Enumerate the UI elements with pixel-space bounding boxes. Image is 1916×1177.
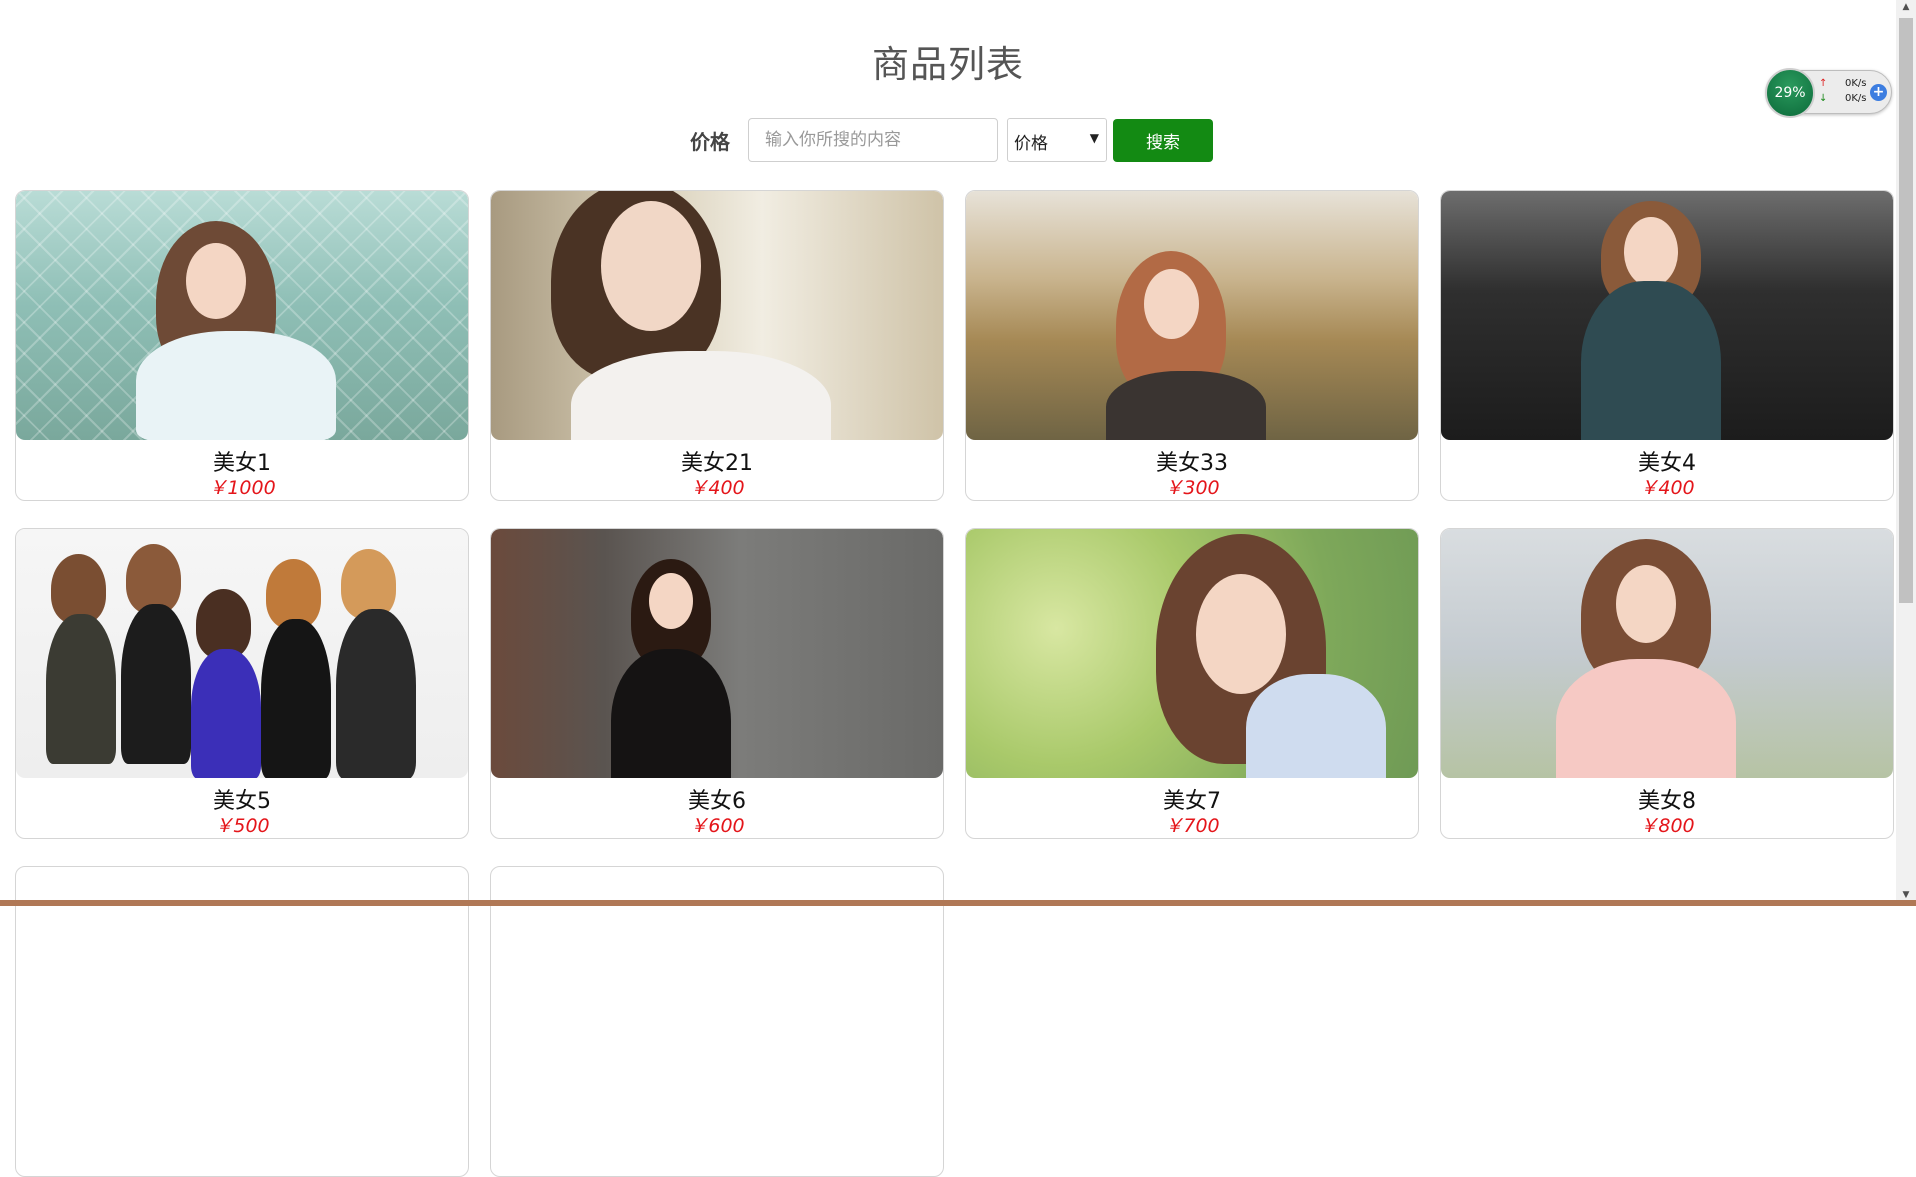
product-image[interactable]: [966, 529, 1418, 778]
product-card[interactable]: 美女33 ￥300: [965, 190, 1419, 501]
price-select-value: 价格: [1014, 134, 1048, 154]
plus-icon[interactable]: +: [1870, 84, 1887, 101]
product-price: ￥700: [1164, 815, 1220, 837]
product-card[interactable]: 美女8 ￥800: [1440, 528, 1894, 839]
taskbar: [0, 900, 1916, 906]
arrow-down-icon: ↓: [1819, 93, 1828, 104]
scrollbar-thumb[interactable]: [1899, 18, 1913, 603]
scroll-up-icon[interactable]: ▲: [1896, 2, 1916, 12]
memory-usage-indicator: 29%: [1765, 68, 1815, 118]
product-image[interactable]: [491, 529, 943, 778]
product-price: ￥400: [689, 477, 745, 499]
product-image[interactable]: [966, 191, 1418, 440]
product-price: ￥1000: [208, 477, 276, 499]
price-select[interactable]: 价格 ▼: [1007, 118, 1107, 162]
upload-speed: 0K/s: [1845, 78, 1867, 89]
chevron-down-icon: ▼: [1089, 131, 1099, 145]
vertical-scrollbar[interactable]: ▲ ▼: [1896, 0, 1916, 906]
product-card[interactable]: 美女5 ￥500: [15, 528, 469, 839]
product-card[interactable]: 美女21 ￥400: [490, 190, 944, 501]
search-label: 价格: [690, 130, 730, 154]
product-image[interactable]: [16, 529, 468, 778]
product-price: ￥300: [1164, 477, 1220, 499]
product-image[interactable]: [491, 191, 943, 440]
product-card[interactable]: 美女7 ￥700: [965, 528, 1419, 839]
product-card[interactable]: 美女1 ￥1000: [15, 190, 469, 501]
product-card[interactable]: 美女4 ￥400: [1440, 190, 1894, 501]
scroll-down-icon[interactable]: ▼: [1896, 890, 1916, 900]
search-bar: 价格 价格 ▼ 搜索: [690, 118, 1250, 162]
search-input[interactable]: [748, 118, 998, 162]
page-title: 商品列表: [872, 43, 1024, 86]
product-image[interactable]: [1441, 529, 1893, 778]
network-speed-widget[interactable]: 29% ↑ 0K/s ↓ 0K/s +: [1765, 68, 1892, 118]
product-image[interactable]: [16, 191, 468, 440]
search-button[interactable]: 搜索: [1113, 119, 1213, 162]
product-card[interactable]: 美女6 ￥600: [490, 528, 944, 839]
download-speed: 0K/s: [1845, 93, 1867, 104]
product-price: ￥600: [689, 815, 745, 837]
product-price: ￥500: [214, 815, 270, 837]
product-price: ￥800: [1639, 815, 1695, 837]
product-card[interactable]: [15, 866, 469, 1177]
arrow-up-icon: ↑: [1819, 78, 1828, 89]
product-card[interactable]: [490, 866, 944, 1177]
product-price: ￥400: [1639, 477, 1695, 499]
product-image[interactable]: [1441, 191, 1893, 440]
